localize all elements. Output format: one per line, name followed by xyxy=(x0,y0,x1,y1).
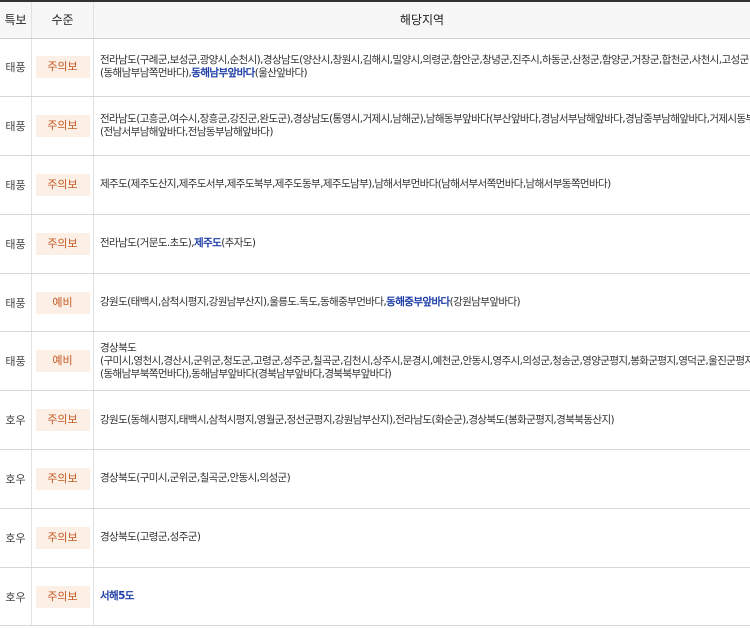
table-row: 태풍 주의보 전라남도(고흥군,여수시,장흥군,강진군,완도군),경상남도(통영… xyxy=(0,96,750,157)
row-type: 태풍 xyxy=(0,214,32,274)
table-header-row: 특보 수준 해당지역 xyxy=(0,0,750,39)
level-badge: 예비 xyxy=(35,291,90,314)
row-type: 태풍 xyxy=(0,155,32,215)
row-type: 태풍 xyxy=(0,96,32,157)
row-area: 서해5도 xyxy=(93,567,750,627)
table-row: 호우 주의보 강원도(동해시평지,태백시,삼척시평지,영월군,정선군평지,강원남… xyxy=(0,390,750,451)
row-type: 호우 xyxy=(0,567,32,627)
row-area: 경상북도(구미시,군위군,칠곡군,안동시,의성군) xyxy=(93,449,750,509)
warning-table: 특보 수준 해당지역 태풍 주의보 전라남도(구례군,보성군,광양시,순천시),… xyxy=(0,0,750,627)
row-area: 경상북도 (구미시,영천시,경산시,군위군,청도군,고령군,성주군,칠곡군,김천… xyxy=(93,331,750,392)
row-type: 호우 xyxy=(0,390,32,451)
level-badge: 주의보 xyxy=(35,232,90,255)
highlight-link[interactable]: 제주도 xyxy=(194,237,222,249)
table-row: 호우 주의보 서해5도 xyxy=(0,567,750,627)
highlight-link[interactable]: 동해남부앞바다 xyxy=(191,67,255,79)
table-row: 태풍 주의보 전라남도(구례군,보성군,광양시,순천시),경상남도(양산시,창원… xyxy=(0,38,750,98)
table-row: 태풍 예비 경상북도 (구미시,영천시,경산시,군위군,청도군,고령군,성주군,… xyxy=(0,331,750,392)
level-badge: 주의보 xyxy=(35,467,90,490)
highlight-link[interactable]: 동해중부앞바다 xyxy=(386,296,450,308)
row-area: 강원도(태백시,삼척시평지,강원남부산지),울릉도.독도,동해중부먼바다,동해중… xyxy=(93,273,750,333)
level-badge: 주의보 xyxy=(35,585,90,608)
header-type: 특보 xyxy=(0,0,32,39)
row-type: 태풍 xyxy=(0,38,32,98)
row-area: 강원도(동해시평지,태백시,삼척시평지,영월군,정선군평지,강원남부산지),전라… xyxy=(93,390,750,451)
row-area: 경상북도(고령군,성주군) xyxy=(93,508,750,568)
level-badge: 주의보 xyxy=(35,173,90,196)
level-badge: 주의보 xyxy=(35,526,90,549)
table-row: 태풍 주의보 전라남도(거문도.초도),제주도(추자도) xyxy=(0,214,750,274)
row-area: 전라남도(거문도.초도),제주도(추자도) xyxy=(93,214,750,274)
row-type: 호우 xyxy=(0,449,32,509)
table-row: 호우 주의보 경상북도(구미시,군위군,칠곡군,안동시,의성군) xyxy=(0,449,750,509)
table-row: 태풍 예비 강원도(태백시,삼척시평지,강원남부산지),울릉도.독도,동해중부먼… xyxy=(0,273,750,333)
row-area: 전라남도(고흥군,여수시,장흥군,강진군,완도군),경상남도(통영시,거제시,남… xyxy=(93,96,750,157)
level-badge: 주의보 xyxy=(35,56,90,79)
highlight-link[interactable]: 서해5도 xyxy=(100,590,750,603)
table-row: 태풍 주의보 제주도(제주도산지,제주도서부,제주도북부,제주도동부,제주도남부… xyxy=(0,155,750,215)
header-level: 수준 xyxy=(31,0,94,39)
level-badge: 주의보 xyxy=(35,409,90,432)
header-area: 해당지역 xyxy=(93,0,750,39)
table-row: 호우 주의보 경상북도(고령군,성주군) xyxy=(0,508,750,568)
row-area: 제주도(제주도산지,제주도서부,제주도북부,제주도동부,제주도남부),남해서부먼… xyxy=(93,155,750,215)
row-type: 태풍 xyxy=(0,331,32,392)
level-badge: 예비 xyxy=(35,350,90,373)
level-badge: 주의보 xyxy=(35,115,90,138)
row-type: 태풍 xyxy=(0,273,32,333)
row-type: 호우 xyxy=(0,508,32,568)
row-area: 전라남도(구례군,보성군,광양시,순천시),경상남도(양산시,창원시,김해시,밀… xyxy=(93,38,750,98)
